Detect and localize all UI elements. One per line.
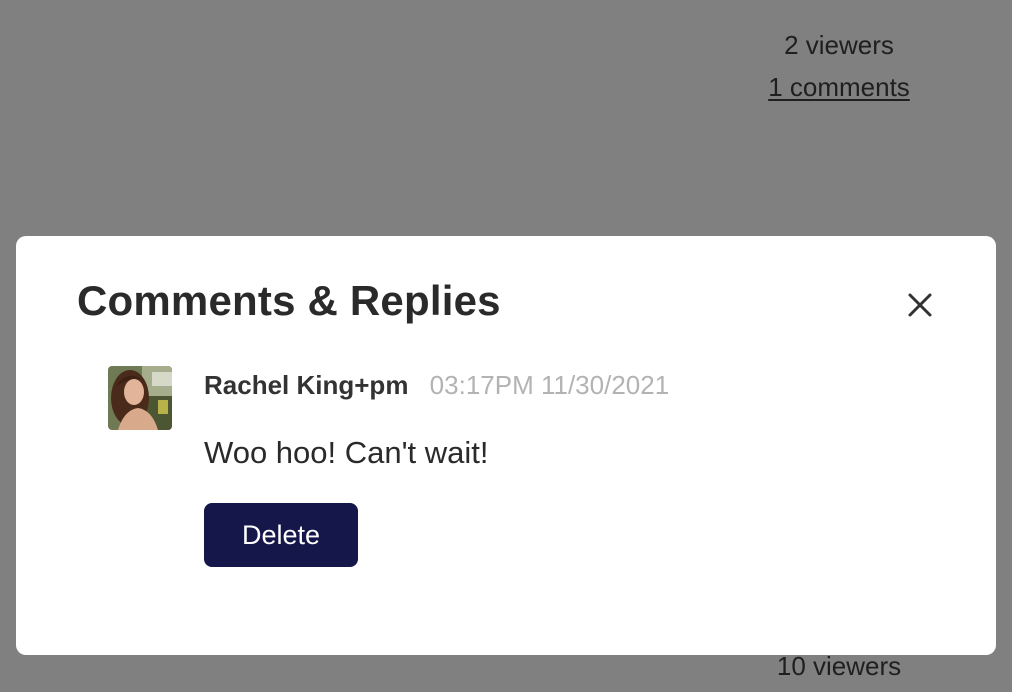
modal-title: Comments & Replies (77, 277, 501, 324)
background-stats-top: 2 viewers 1 comments (760, 24, 918, 108)
comment-author: Rachel King+pm (204, 370, 409, 400)
close-icon (908, 293, 932, 317)
comments-modal: Comments & Replies Rachel King+pm 03:17P… (16, 236, 996, 655)
delete-button[interactable]: Delete (204, 503, 358, 567)
comment-text: Woo hoo! Can't wait! (204, 435, 489, 470)
comment-header: Rachel King+pm 03:17PM 11/30/2021 (204, 368, 669, 402)
avatar (108, 366, 172, 430)
comment-timestamp: 03:17PM 11/30/2021 (429, 370, 670, 400)
viewers-count: 2 viewers (784, 30, 894, 60)
comments-count-link[interactable]: 1 comments (768, 66, 910, 108)
close-button[interactable] (901, 286, 939, 324)
